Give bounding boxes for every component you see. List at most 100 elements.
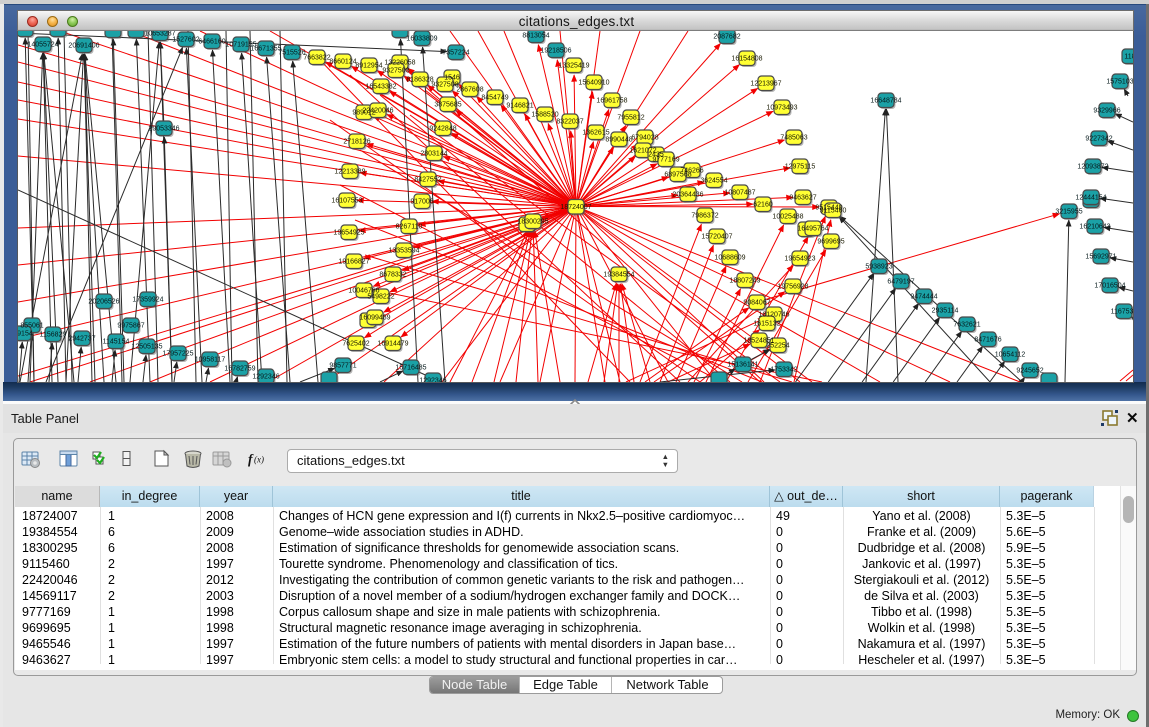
svg-text:8267110: 8267110 — [396, 224, 423, 231]
svg-text:18807249: 18807249 — [729, 278, 760, 285]
svg-text:1575103: 1575103 — [1106, 79, 1133, 86]
svg-text:1546: 1546 — [444, 75, 460, 82]
svg-text:17957225: 17957225 — [162, 351, 193, 358]
svg-text:7986372: 7986372 — [691, 213, 718, 220]
svg-text:9857771: 9857771 — [329, 363, 356, 370]
svg-text:39154: 39154 — [18, 331, 33, 338]
svg-text:19384554: 19384554 — [603, 272, 634, 279]
svg-text:3624554: 3624554 — [700, 178, 727, 185]
svg-text:13226058: 13226058 — [384, 60, 415, 67]
svg-text:9463627: 9463627 — [789, 195, 816, 202]
svg-text:7663822: 7663822 — [303, 55, 330, 62]
svg-text:2867608: 2867608 — [456, 87, 483, 94]
svg-text:6466160: 6466160 — [198, 39, 225, 46]
svg-text:✕: ✕ — [1126, 410, 1139, 427]
svg-text:19218506: 19218506 — [540, 48, 571, 55]
svg-text:3215955: 3215955 — [1055, 209, 1082, 216]
svg-text:9227342: 9227342 — [1085, 136, 1112, 143]
svg-text:1588520: 1588520 — [531, 112, 558, 119]
svg-text:8813054: 8813054 — [522, 33, 549, 40]
svg-text:16033809: 16033809 — [406, 36, 437, 43]
svg-text:12444154: 12444154 — [1075, 195, 1106, 202]
svg-text:9975867: 9975867 — [117, 323, 144, 330]
svg-text:9146821: 9146821 — [506, 103, 533, 110]
svg-text:1527602: 1527602 — [172, 37, 199, 44]
svg-text:9084067: 9084067 — [743, 300, 770, 307]
svg-text:18724007: 18724007 — [560, 204, 591, 211]
svg-text:16914479: 16914479 — [377, 341, 408, 348]
svg-text:8427552: 8427552 — [414, 177, 441, 184]
svg-text:16543382: 16543382 — [365, 84, 396, 91]
svg-text:16120746: 16120746 — [758, 312, 789, 319]
svg-text:20206526: 20206526 — [88, 299, 119, 306]
svg-text:17016504: 17016504 — [1094, 283, 1125, 290]
svg-text:2087682: 2087682 — [713, 34, 740, 41]
svg-text:16495764: 16495764 — [797, 226, 828, 233]
svg-text:22420046: 22420046 — [362, 108, 393, 115]
svg-text:10807487: 10807487 — [724, 190, 755, 197]
svg-text:16648784: 16648784 — [870, 98, 901, 105]
svg-text:16961758: 16961758 — [596, 98, 627, 105]
svg-text:5498222: 5498222 — [367, 294, 394, 301]
svg-text:252254: 252254 — [766, 343, 789, 350]
svg-text:8471676: 8471676 — [974, 337, 1001, 344]
svg-text:16099489: 16099489 — [359, 315, 390, 322]
svg-text:1167535: 1167535 — [1111, 309, 1133, 316]
svg-text:8186328: 8186328 — [406, 77, 433, 84]
svg-text:8912954: 8912954 — [355, 63, 382, 70]
svg-text:7515526: 7515526 — [278, 50, 305, 57]
svg-text:10653287: 10653287 — [144, 31, 175, 38]
svg-text:10958117: 10958117 — [195, 357, 226, 364]
svg-text:10688609: 10688609 — [714, 255, 745, 262]
svg-text:1145154: 1145154 — [103, 339, 130, 346]
svg-text:1292346: 1292346 — [252, 374, 279, 381]
svg-text:7955812: 7955812 — [617, 115, 644, 122]
svg-text:7632621: 7632621 — [953, 322, 980, 329]
svg-text:15692971: 15692971 — [1085, 254, 1116, 261]
svg-text:15720407: 15720407 — [701, 234, 732, 241]
svg-text:1753342: 1753342 — [770, 367, 797, 374]
svg-text:12093872: 12093872 — [1077, 164, 1108, 171]
svg-text:6479197: 6479197 — [887, 279, 914, 286]
svg-text:12505135: 12505135 — [131, 344, 162, 351]
svg-text:6897568: 6897568 — [664, 172, 691, 179]
svg-text:15716485: 15716485 — [395, 365, 426, 372]
svg-text:8454749: 8454749 — [481, 95, 508, 102]
svg-text:16782759: 16782759 — [224, 366, 255, 373]
svg-text:20364436: 20364436 — [672, 192, 703, 199]
svg-text:20691406: 20691406 — [68, 43, 99, 50]
svg-text:14055724: 14055724 — [27, 42, 58, 49]
svg-text:6794028: 6794028 — [631, 135, 658, 142]
svg-text:7485063: 7485063 — [780, 135, 807, 142]
svg-text:2942737: 2942737 — [68, 336, 95, 343]
svg-text:10025488: 10025488 — [772, 214, 803, 221]
svg-text:2935114: 2935114 — [932, 308, 959, 315]
svg-text:9327503: 9327503 — [382, 68, 409, 75]
svg-text:19654925: 19654925 — [333, 230, 364, 237]
svg-text:16210643: 16210643 — [1079, 224, 1110, 231]
svg-text:8678332: 8678332 — [379, 272, 406, 279]
svg-text:917006: 917006 — [410, 199, 433, 206]
svg-text:19166827: 19166827 — [338, 259, 369, 266]
svg-text:8990448: 8990448 — [605, 137, 632, 144]
svg-text:19654923: 19654923 — [784, 256, 815, 263]
svg-text:9329966: 9329966 — [1093, 108, 1120, 115]
svg-text:17359924: 17359924 — [132, 297, 163, 304]
svg-text:15136141: 15136141 — [727, 362, 758, 369]
svg-text:16671355: 16671355 — [250, 46, 281, 53]
svg-text:10973493: 10973493 — [766, 105, 797, 112]
svg-text:9245652: 9245652 — [1016, 368, 1043, 375]
svg-text:8322037: 8322037 — [556, 119, 583, 126]
svg-text:9242848: 9242848 — [429, 126, 456, 133]
svg-text:1362615: 1362615 — [582, 130, 609, 137]
svg-text:8660124: 8660124 — [329, 59, 356, 66]
svg-text:7357224: 7357224 — [442, 50, 469, 57]
svg-text:10654112: 10654112 — [995, 352, 1026, 359]
svg-text:29053346: 29053346 — [148, 126, 179, 133]
svg-text:5938923: 5938923 — [865, 264, 892, 271]
svg-text:2718126: 2718126 — [343, 139, 370, 146]
svg-text:9115460: 9115460 — [820, 208, 847, 215]
svg-text:12975115: 12975115 — [785, 164, 816, 171]
svg-text:7625402: 7625402 — [342, 341, 369, 348]
svg-text:855061: 855061 — [20, 323, 43, 330]
